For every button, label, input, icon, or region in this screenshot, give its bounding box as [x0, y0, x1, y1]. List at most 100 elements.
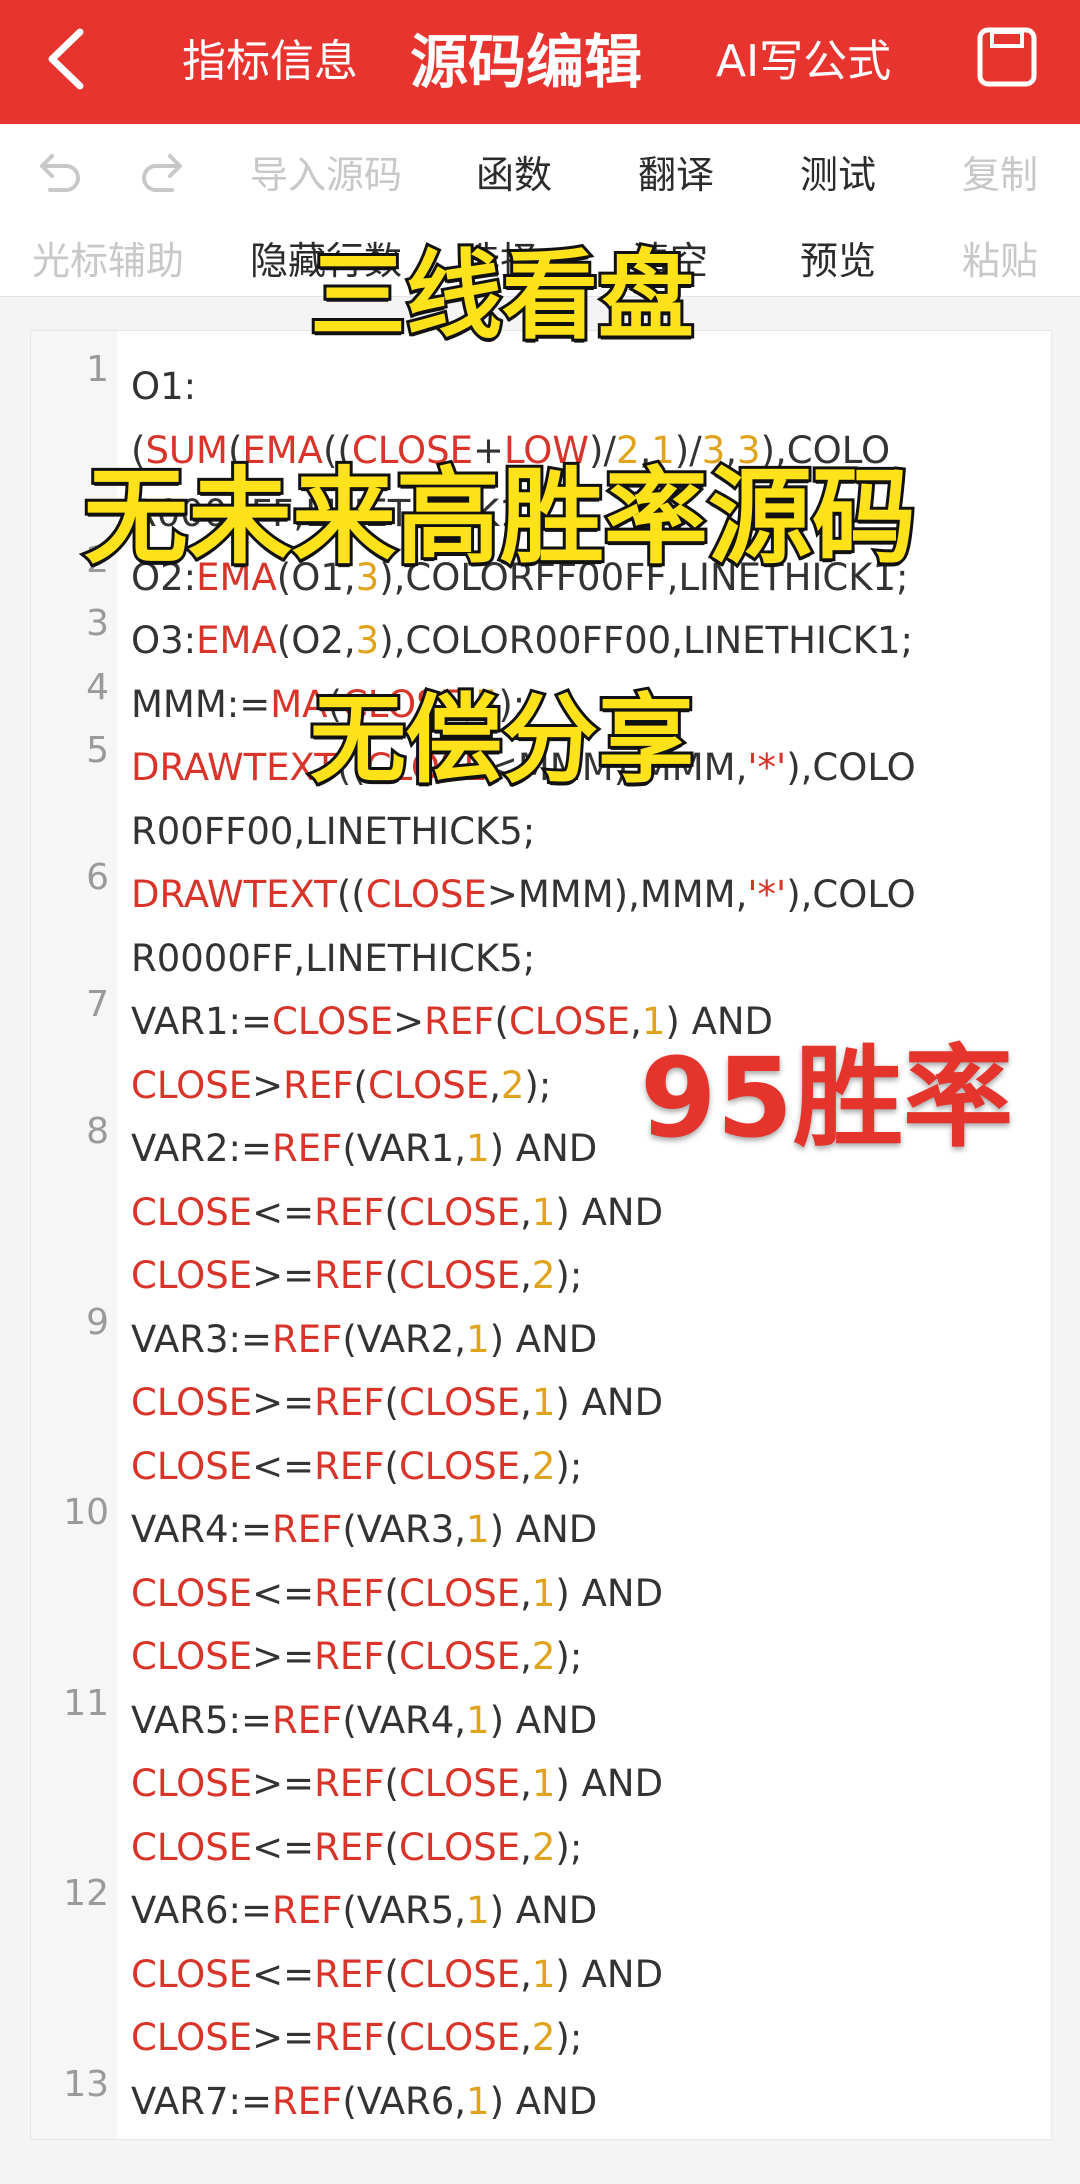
translate-button[interactable]: 翻译 [596, 144, 756, 199]
code-token: ) AND [555, 1381, 664, 1424]
chevron-left-icon[interactable] [36, 24, 96, 94]
code-token: ) AND [489, 1127, 598, 1170]
code-editor[interactable]: 1 2 3 4 5 6 7 8 9 10 11 12 13 O1: (SUM(EMA((CLOSE+LOW… [30, 330, 1052, 2140]
code-line: VAR3:=REF(VAR2,1) AND [131, 1308, 597, 1372]
code-token: REF [314, 1762, 385, 1805]
copy-button[interactable]: 复制 [920, 144, 1080, 199]
code-token: (O2, [276, 619, 356, 662]
code-token: 2 [531, 1825, 556, 1869]
code-token: (VAR4, [342, 1698, 467, 1742]
code-line: VAR6:=REF(VAR5,1) AND [131, 1879, 597, 1943]
code-token: ) AND [555, 1190, 664, 1234]
code-token: REF [271, 1127, 343, 1170]
code-line: CLOSE<=REF(CLOSE,2); [131, 1435, 582, 1499]
code-token: CLOSE [131, 1635, 253, 1678]
code-token: (VAR2, [342, 1317, 467, 1361]
import-source-button[interactable]: 导入源码 [246, 144, 406, 199]
line-number: 11 [63, 1682, 109, 1724]
tab-ai-formula[interactable]: AI写公式 [716, 0, 891, 124]
code-token: , [520, 1825, 532, 1869]
code-line: CLOSE<=REF(CLOSE,1) AND [131, 1181, 663, 1245]
line-number: 6 [86, 857, 109, 898]
code-token: CLOSE [398, 2016, 521, 2059]
code-line: VAR2:=REF(VAR1,1) AND [131, 1117, 597, 1181]
code-token: REF [424, 1000, 495, 1043]
code-token: REF [314, 1190, 385, 1234]
code-line: DRAWTEXT((CLOSE>MMM),MMM,'*'),COLO [131, 863, 916, 927]
line-number: 1 [86, 349, 109, 390]
code-token: ( [384, 1381, 399, 1424]
code-token: <= [252, 1571, 315, 1615]
line-number-gutter: 1 2 3 4 5 6 7 8 9 10 11 12 13 [31, 331, 117, 2139]
code-token: (VAR3, [342, 1508, 467, 1551]
line-number: 8 [86, 1111, 109, 1152]
save-icon[interactable] [976, 26, 1038, 88]
code-token: CLOSE [367, 1063, 490, 1107]
code-token: ); [555, 1254, 583, 1297]
line-number: 12 [63, 1873, 109, 1914]
code-token: REF [314, 1571, 385, 1615]
code-token: >= [252, 1762, 315, 1805]
code-token: CLOSE [131, 1825, 253, 1869]
code-token: O3: [131, 619, 197, 662]
code-token: CLOSE [398, 1381, 521, 1424]
app-header: 指标信息 源码编辑 AI写公式 [0, 0, 1080, 124]
code-token: ) AND [489, 1889, 598, 1932]
code-token: ( [384, 2016, 399, 2059]
code-token: REF [271, 1889, 343, 1932]
code-token: REF [271, 1508, 343, 1551]
code-token: REF [314, 2016, 385, 2059]
code-token: CLOSE [398, 1762, 521, 1805]
code-token: ); [524, 1063, 552, 1107]
code-token: ) AND [489, 1317, 598, 1361]
code-token: >= [252, 1254, 315, 1297]
tab-source-edit[interactable]: 源码编辑 [410, 0, 642, 124]
code-token: REF [314, 1825, 385, 1869]
code-token: VAR1:= [131, 1000, 272, 1043]
code-token: , [520, 1635, 532, 1678]
code-token: O1: [131, 365, 197, 408]
code-token: ) AND [489, 1508, 598, 1551]
code-line: VAR4:=REF(VAR3,1) AND [131, 1498, 597, 1562]
code-token: REF [283, 1063, 354, 1107]
functions-button[interactable]: 函数 [434, 144, 594, 199]
preview-button[interactable]: 预览 [758, 230, 918, 285]
redo-icon[interactable] [136, 146, 192, 202]
code-token: CLOSE [271, 1000, 394, 1043]
code-token: 1 [466, 1889, 490, 1932]
code-token: >= [252, 1381, 315, 1424]
code-token: , [520, 1762, 532, 1805]
code-line: CLOSE>=REF(CLOSE,2); [131, 2006, 582, 2070]
code-token: R00FF00,LINETHICK5; [131, 809, 536, 853]
code-token: EMA [196, 619, 277, 662]
code-token: ( [494, 1000, 509, 1043]
code-line: VAR5:=REF(VAR4,1) AND [131, 1689, 597, 1753]
line-number: 10 [63, 1492, 109, 1533]
overlay-badge-winrate: 95胜率 [637, 1032, 1015, 1165]
code-token: 2 [531, 1635, 556, 1678]
code-token: , [520, 1444, 532, 1488]
line-number: 9 [86, 1301, 109, 1343]
code-token: R0000FF,LINETHICK5; [131, 936, 536, 980]
code-token: '*' [747, 873, 787, 916]
code-token: REF [271, 1317, 343, 1361]
line-number: 4 [86, 666, 109, 708]
code-token: VAR6:= [131, 1889, 272, 1932]
test-button[interactable]: 测试 [758, 144, 918, 199]
code-line: CLOSE>=REF(CLOSE,1) AND [131, 1752, 663, 1816]
tab-indicator-info[interactable]: 指标信息 [182, 0, 358, 124]
code-token: REF [314, 1381, 385, 1424]
code-token: 1 [531, 1190, 556, 1234]
code-token: 1 [531, 1381, 556, 1424]
code-token: 2 [500, 1063, 525, 1107]
code-token: 1 [466, 2079, 490, 2123]
line-number: 5 [86, 730, 109, 771]
paste-button[interactable]: 粘贴 [920, 230, 1080, 285]
code-token: ( [384, 1635, 399, 1678]
undo-icon[interactable] [30, 146, 86, 202]
code-token: CLOSE [131, 1190, 253, 1234]
code-token: <= [252, 1952, 315, 1996]
cursor-assist-button[interactable]: 光标辅助 [28, 230, 188, 285]
code-line: O1: [131, 355, 196, 419]
code-token: ) AND [555, 1571, 664, 1615]
